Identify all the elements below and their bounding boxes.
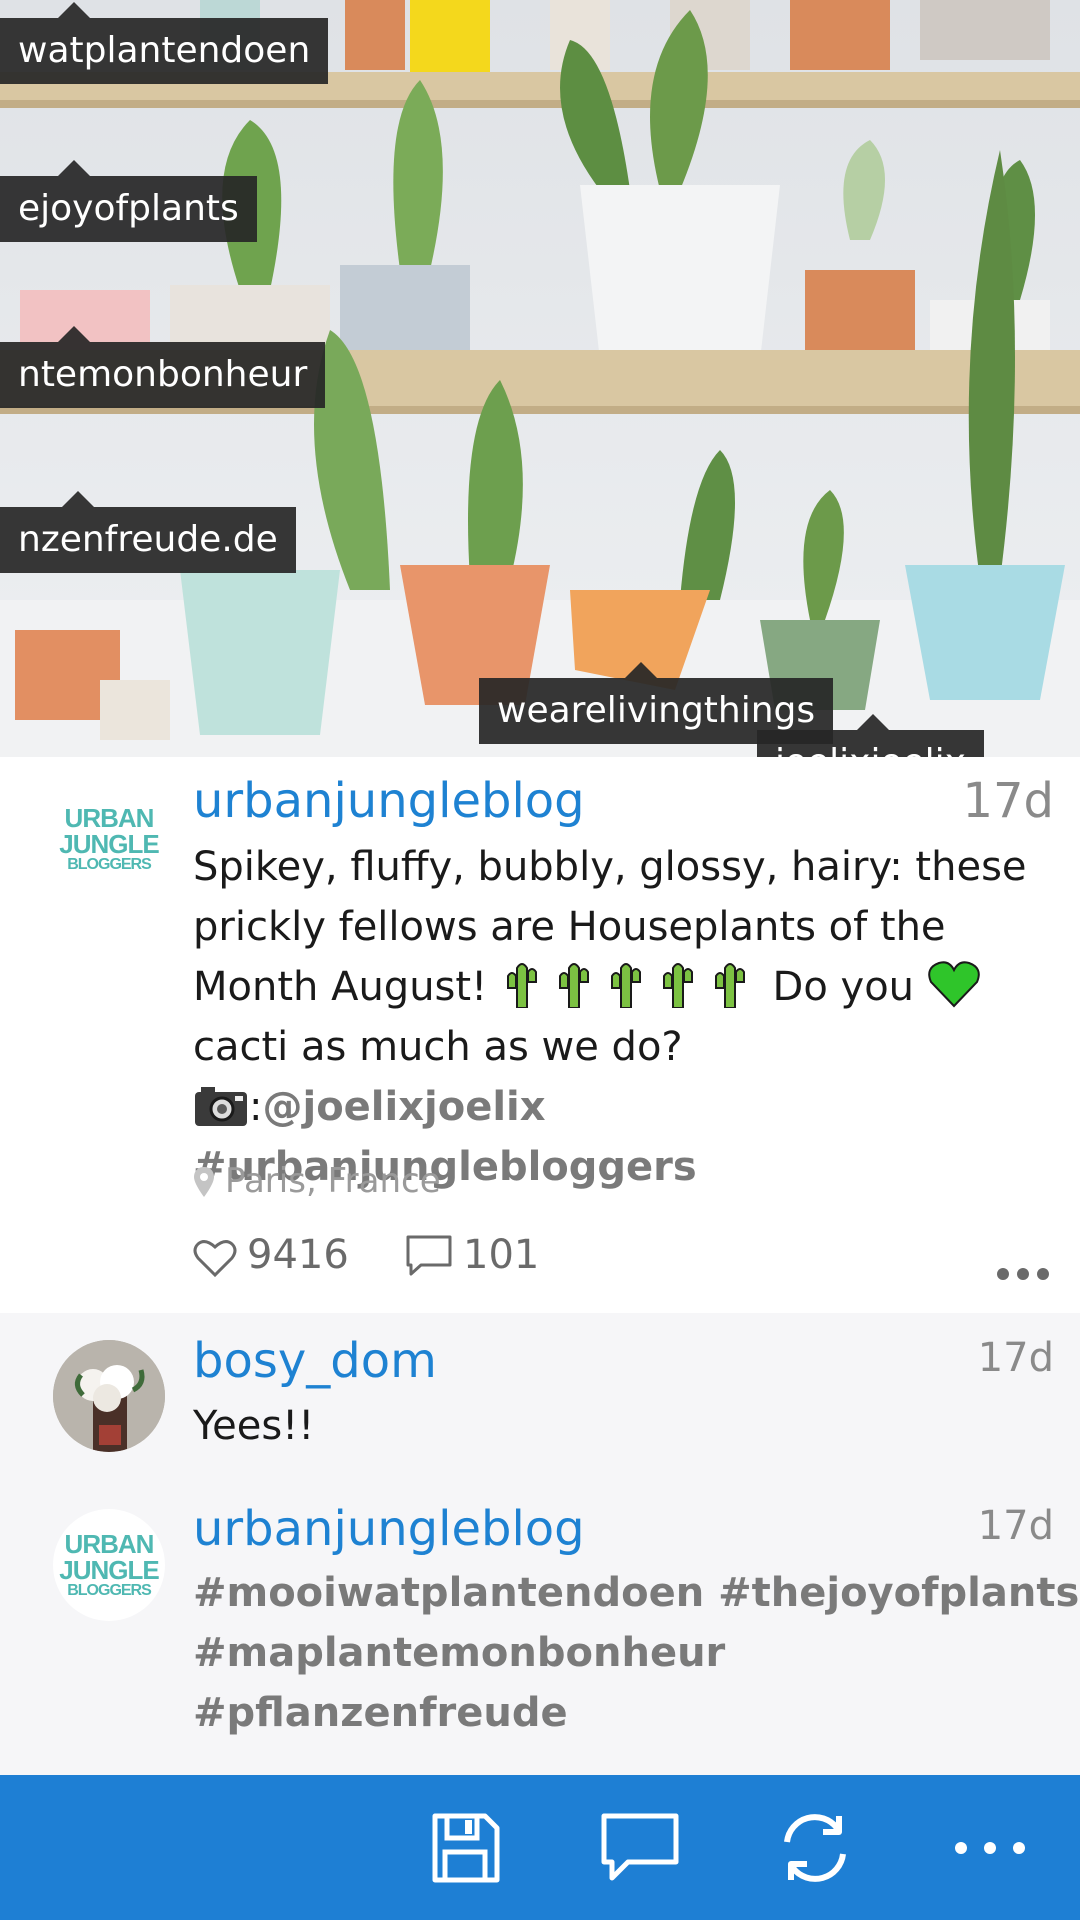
comments-button[interactable]: 101 <box>405 1227 539 1283</box>
comment-text: Yees!! <box>193 1403 315 1449</box>
comment-bubble-icon <box>406 1235 452 1276</box>
like-button[interactable]: 9416 <box>193 1227 349 1283</box>
photo-user-tag[interactable]: ntemonbonheur <box>0 326 326 408</box>
comments-list: bosy_dom 17d Yees!! URBAN JUNGLE BLOGGER… <box>0 1313 1080 1775</box>
comment-username[interactable]: bosy_dom <box>193 1333 437 1389</box>
location-pin-icon <box>194 1167 214 1197</box>
location-label: Paris, France <box>225 1161 441 1201</box>
hashtag-line[interactable]: #maplantemonbonheur <box>193 1623 1079 1683</box>
comment-hashtags: #mooiwatplantendoen #thejoyofplants #map… <box>193 1563 1079 1743</box>
comment-button[interactable] <box>590 1803 690 1893</box>
hashtag-line[interactable]: #pflanzenfreude <box>193 1683 1079 1743</box>
caption-line: Spikey, fluffy, bubbly, glossy, hairy: t… <box>193 844 1027 890</box>
post-location[interactable]: Paris, France <box>193 1155 441 1207</box>
app-root: watplantendoen ejoyofplants ntemonbonheu… <box>0 0 1080 1920</box>
heart-icon <box>193 1240 237 1278</box>
tag-pointer <box>62 491 94 507</box>
cactus-emoji-icon <box>662 963 693 1008</box>
caption-line: cacti as much as we do? <box>193 1024 683 1070</box>
logo-text: JUNGLE <box>59 1555 159 1585</box>
caption-text: Month August! <box>193 964 500 1010</box>
comment-timestamp: 17d <box>977 1503 1054 1549</box>
photo-user-tag[interactable]: ejoyofplants <box>0 160 257 242</box>
post-caption: Spikey, fluffy, bubbly, glossy, hairy: t… <box>193 837 1053 1197</box>
refresh-icon <box>784 1814 846 1882</box>
avatar[interactable] <box>53 1340 165 1452</box>
tag-label: ntemonbonheur <box>18 354 308 395</box>
photo-user-tag[interactable]: watplantendoen <box>0 2 329 84</box>
logo-text: BLOGGERS <box>67 1582 152 1599</box>
more-icon <box>955 1842 1025 1854</box>
avatar[interactable]: URBAN JUNGLE BLOGGERS <box>53 1509 165 1621</box>
post-details: URBAN JUNGLE BLOGGERS urbanjungleblog 17… <box>0 757 1080 1313</box>
like-count: 9416 <box>247 1232 349 1278</box>
comment-count: 101 <box>463 1232 540 1278</box>
more-button[interactable] <box>940 1803 1040 1893</box>
avatar-photo <box>53 1340 165 1452</box>
cactus-emoji-icon <box>714 963 745 1008</box>
tag-label: wearelivingthings <box>497 690 816 731</box>
refresh-button[interactable] <box>765 1803 865 1893</box>
tag-label: watplantendoen <box>18 30 311 71</box>
photo-user-tag[interactable]: joelixjoelix <box>757 714 984 757</box>
bottom-app-bar <box>0 1775 1080 1920</box>
post-timestamp: 17d <box>962 773 1054 829</box>
more-options-icon[interactable] <box>996 1267 1050 1281</box>
logo-text: URBAN <box>64 803 155 833</box>
cactus-emoji-icon <box>610 963 641 1008</box>
camera-emoji-icon <box>195 1087 247 1126</box>
tag-pointer <box>58 2 90 18</box>
tag-label: joelixjoelix <box>775 742 966 757</box>
tag-pointer <box>58 160 90 176</box>
hashtag-line[interactable]: #mooiwatplantendoen #thejoyofplants <box>193 1563 1079 1623</box>
logo-text: URBAN <box>64 1529 155 1559</box>
avatar[interactable]: URBAN JUNGLE BLOGGERS <box>53 783 165 895</box>
post-username[interactable]: urbanjungleblog <box>193 773 585 829</box>
comment-username[interactable]: urbanjungleblog <box>193 1501 585 1557</box>
tag-pointer <box>625 662 657 678</box>
photo-user-tag[interactable]: nzenfreude.de <box>0 491 296 573</box>
save-button[interactable] <box>415 1803 515 1893</box>
mention-prefix: : <box>249 1084 263 1130</box>
logo-text: JUNGLE <box>59 829 159 859</box>
caption-line: Month August! Do you <box>193 957 1053 1017</box>
tag-pointer <box>58 326 90 342</box>
green-heart-icon <box>928 961 980 1008</box>
caption-text: Do you <box>772 964 927 1010</box>
logo-text: BLOGGERS <box>67 856 152 873</box>
tag-label: ejoyofplants <box>18 188 239 229</box>
post-photo[interactable]: watplantendoen ejoyofplants ntemonbonheu… <box>0 0 1080 757</box>
caption-line: prickly fellows are Houseplants of the <box>193 904 946 950</box>
tag-label: nzenfreude.de <box>18 519 278 560</box>
save-icon <box>432 1813 500 1883</box>
cactus-emoji-icon <box>558 963 589 1008</box>
cactus-emoji-icon <box>506 963 537 1008</box>
comment-icon <box>601 1813 679 1881</box>
tag-pointer <box>857 714 889 730</box>
comment-timestamp: 17d <box>977 1335 1054 1381</box>
